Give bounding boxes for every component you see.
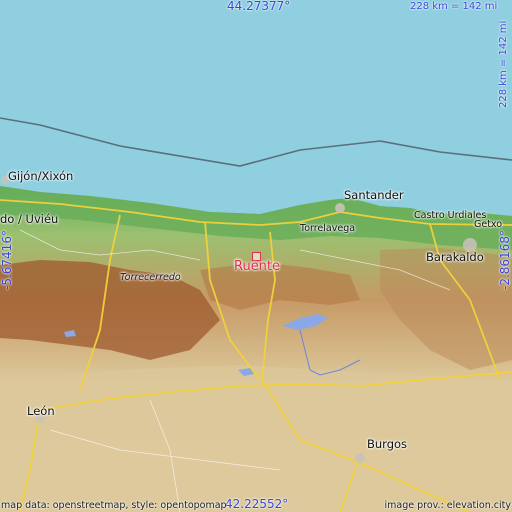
place-leon: León [27,404,55,418]
scale-label-top: 228 km = 142 mi [410,1,498,12]
target-place-label: Ruente [234,259,281,274]
image-attribution: image prov.: elevation.city [384,500,511,511]
southern-plateau [0,365,512,512]
place-burgos: Burgos [367,437,408,451]
place-santander: Santander [344,188,404,202]
place-torrecerredo: Torrecerredo [120,272,181,283]
place-uvieu: do / Uviéu [0,212,59,226]
bottom-latitude-label: 42.22552° [225,497,289,511]
right-longitude-label: -2.86168° [498,230,512,290]
left-longitude-label: -5.67416° [0,230,14,290]
santander-area [335,203,345,213]
place-torrelavega: Torrelavega [300,223,356,234]
top-latitude-label: 44.27377° [227,0,291,13]
place-gijon: Gijón/Xixón [8,169,74,183]
place-barakaldo: Barakaldo [426,250,484,264]
scale-label-right: 228 km = 142 mi [498,20,509,108]
burgos-area [355,453,365,463]
map-attribution: map data: openstreetmap, style: opentopo… [1,500,227,511]
